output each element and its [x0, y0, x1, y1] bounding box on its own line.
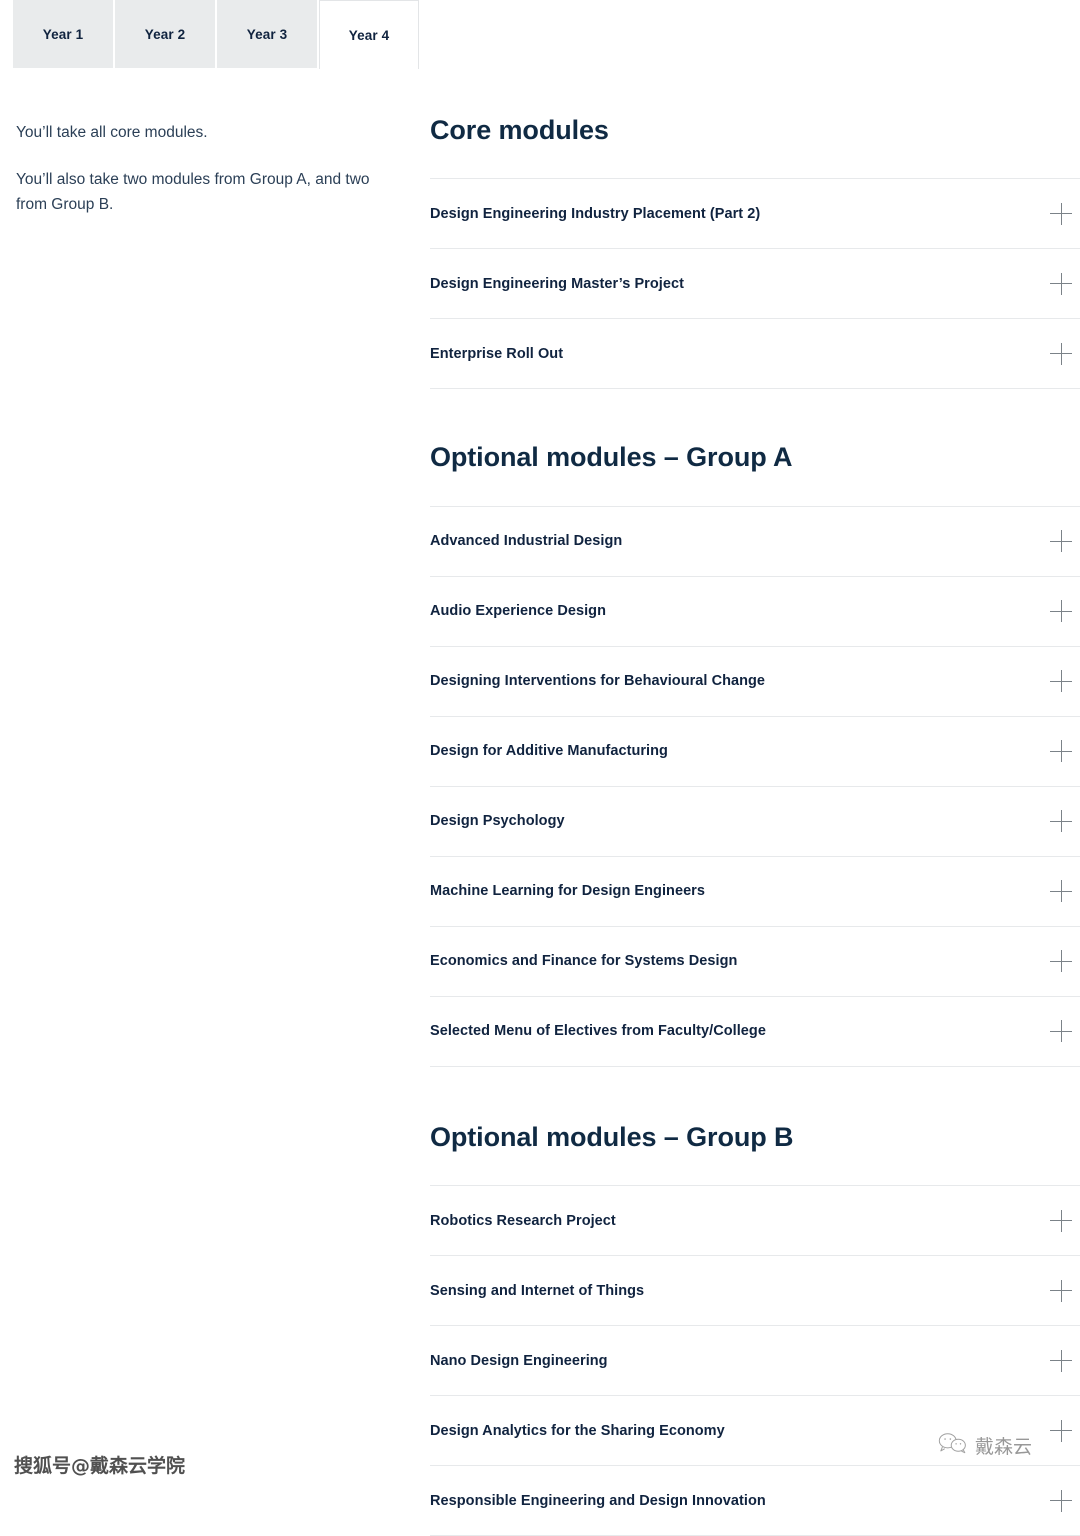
module-title: Sensing and Internet of Things [430, 1282, 645, 1299]
plus-icon[interactable] [1050, 880, 1072, 903]
module-list: Robotics Research Project Sensing and In… [430, 1185, 1080, 1536]
module-row[interactable]: Design for Additive Manufacturing [430, 717, 1080, 787]
year-4-panel: You’ll take all core modules. You’ll als… [0, 68, 1080, 1536]
module-title: Selected Menu of Electives from Faculty/… [430, 1023, 766, 1040]
section-core-modules: Core modules Design Engineering Industry… [430, 114, 1080, 390]
plus-icon[interactable] [1050, 530, 1072, 553]
plus-icon[interactable] [1050, 810, 1072, 833]
module-title: Enterprise Roll Out [430, 345, 564, 362]
module-title: Designing Interventions for Behavioural … [430, 673, 766, 690]
plus-icon[interactable] [1050, 600, 1072, 623]
module-row[interactable]: Designing Interventions for Behavioural … [430, 647, 1080, 717]
module-title: Audio Experience Design [430, 603, 606, 620]
module-title: Robotics Research Project [430, 1212, 616, 1229]
module-row[interactable]: Economics and Finance for Systems Design [430, 927, 1080, 997]
requirement-optional-text: You’ll also take two modules from Group … [16, 171, 370, 214]
watermark-right-text: 戴森云 [974, 1436, 1032, 1458]
module-title: Design for Additive Manufacturing [430, 743, 668, 760]
module-title: Design Engineering Industry Placement (P… [430, 205, 761, 222]
section-optional-group-b: Optional modules – Group B Robotics Rese… [430, 1121, 1080, 1536]
plus-icon[interactable] [1050, 1209, 1072, 1232]
tab-year-3[interactable]: Year 3 [217, 0, 317, 68]
section-optional-group-a: Optional modules – Group A Advanced Indu… [430, 441, 1080, 1067]
requirement-core-text: You’ll take all core modules. [16, 124, 208, 141]
module-row[interactable]: Design Psychology [430, 787, 1080, 857]
watermark-left-text: 搜狐号@戴森云学院 [14, 1455, 186, 1477]
plus-icon[interactable] [1050, 740, 1072, 763]
tab-label: Year 1 [42, 26, 84, 42]
module-title: Advanced Industrial Design [430, 533, 623, 550]
tab-year-4[interactable]: Year 4 [319, 0, 419, 69]
module-row[interactable]: Responsible Engineering and Design Innov… [430, 1466, 1080, 1536]
module-title: Design Analytics for the Sharing Economy [430, 1422, 725, 1439]
module-row[interactable]: Machine Learning for Design Engineers [430, 857, 1080, 927]
tab-label: Year 2 [144, 26, 186, 42]
module-row[interactable]: Advanced Industrial Design [430, 507, 1080, 577]
tab-label: Year 4 [348, 27, 390, 43]
tab-label: Year 3 [246, 26, 288, 42]
wechat-icon [938, 1432, 968, 1459]
section-heading: Core modules [430, 115, 609, 145]
module-row[interactable]: Design Engineering Master’s Project [430, 249, 1080, 320]
section-heading: Optional modules – Group B [430, 1121, 794, 1152]
plus-icon[interactable] [1050, 950, 1072, 973]
plus-icon[interactable] [1050, 342, 1072, 365]
module-list: Design Engineering Industry Placement (P… [430, 178, 1080, 390]
plus-icon[interactable] [1050, 670, 1072, 693]
module-row[interactable]: Sensing and Internet of Things [430, 1256, 1080, 1327]
plus-icon[interactable] [1050, 1419, 1072, 1442]
module-sections: Core modules Design Engineering Industry… [420, 68, 1080, 1536]
module-row[interactable]: Selected Menu of Electives from Faculty/… [430, 997, 1080, 1067]
module-list: Advanced Industrial Design Audio Experie… [430, 505, 1080, 1067]
year-tab-bar: Year 1 Year 2 Year 3 Year 4 [0, 0, 1080, 69]
watermark-bottom-left: 搜狐号@戴森云学院 [14, 1451, 185, 1478]
module-requirements-sidebar: You’ll take all core modules. You’ll als… [0, 68, 420, 1536]
plus-icon[interactable] [1050, 1020, 1072, 1043]
module-title: Responsible Engineering and Design Innov… [430, 1492, 766, 1509]
module-title: Design Psychology [430, 813, 565, 830]
plus-icon[interactable] [1050, 202, 1072, 225]
module-title: Economics and Finance for Systems Design [430, 953, 738, 970]
module-row[interactable]: Nano Design Engineering [430, 1326, 1080, 1397]
module-title: Nano Design Engineering [430, 1352, 608, 1369]
module-row[interactable]: Robotics Research Project [430, 1186, 1080, 1257]
plus-icon[interactable] [1050, 1279, 1072, 1302]
plus-icon[interactable] [1050, 1349, 1072, 1372]
module-row[interactable]: Enterprise Roll Out [430, 319, 1080, 390]
tab-year-2[interactable]: Year 2 [115, 0, 215, 68]
module-title: Machine Learning for Design Engineers [430, 883, 705, 900]
watermark-bottom-right: 戴森云 [938, 1432, 1032, 1459]
module-row[interactable]: Design Engineering Industry Placement (P… [430, 179, 1080, 250]
module-title: Design Engineering Master’s Project [430, 275, 684, 292]
section-heading: Optional modules – Group A [430, 442, 793, 473]
tab-year-1[interactable]: Year 1 [13, 0, 113, 68]
module-row[interactable]: Audio Experience Design [430, 577, 1080, 647]
plus-icon[interactable] [1050, 272, 1072, 295]
plus-icon[interactable] [1050, 1489, 1072, 1512]
